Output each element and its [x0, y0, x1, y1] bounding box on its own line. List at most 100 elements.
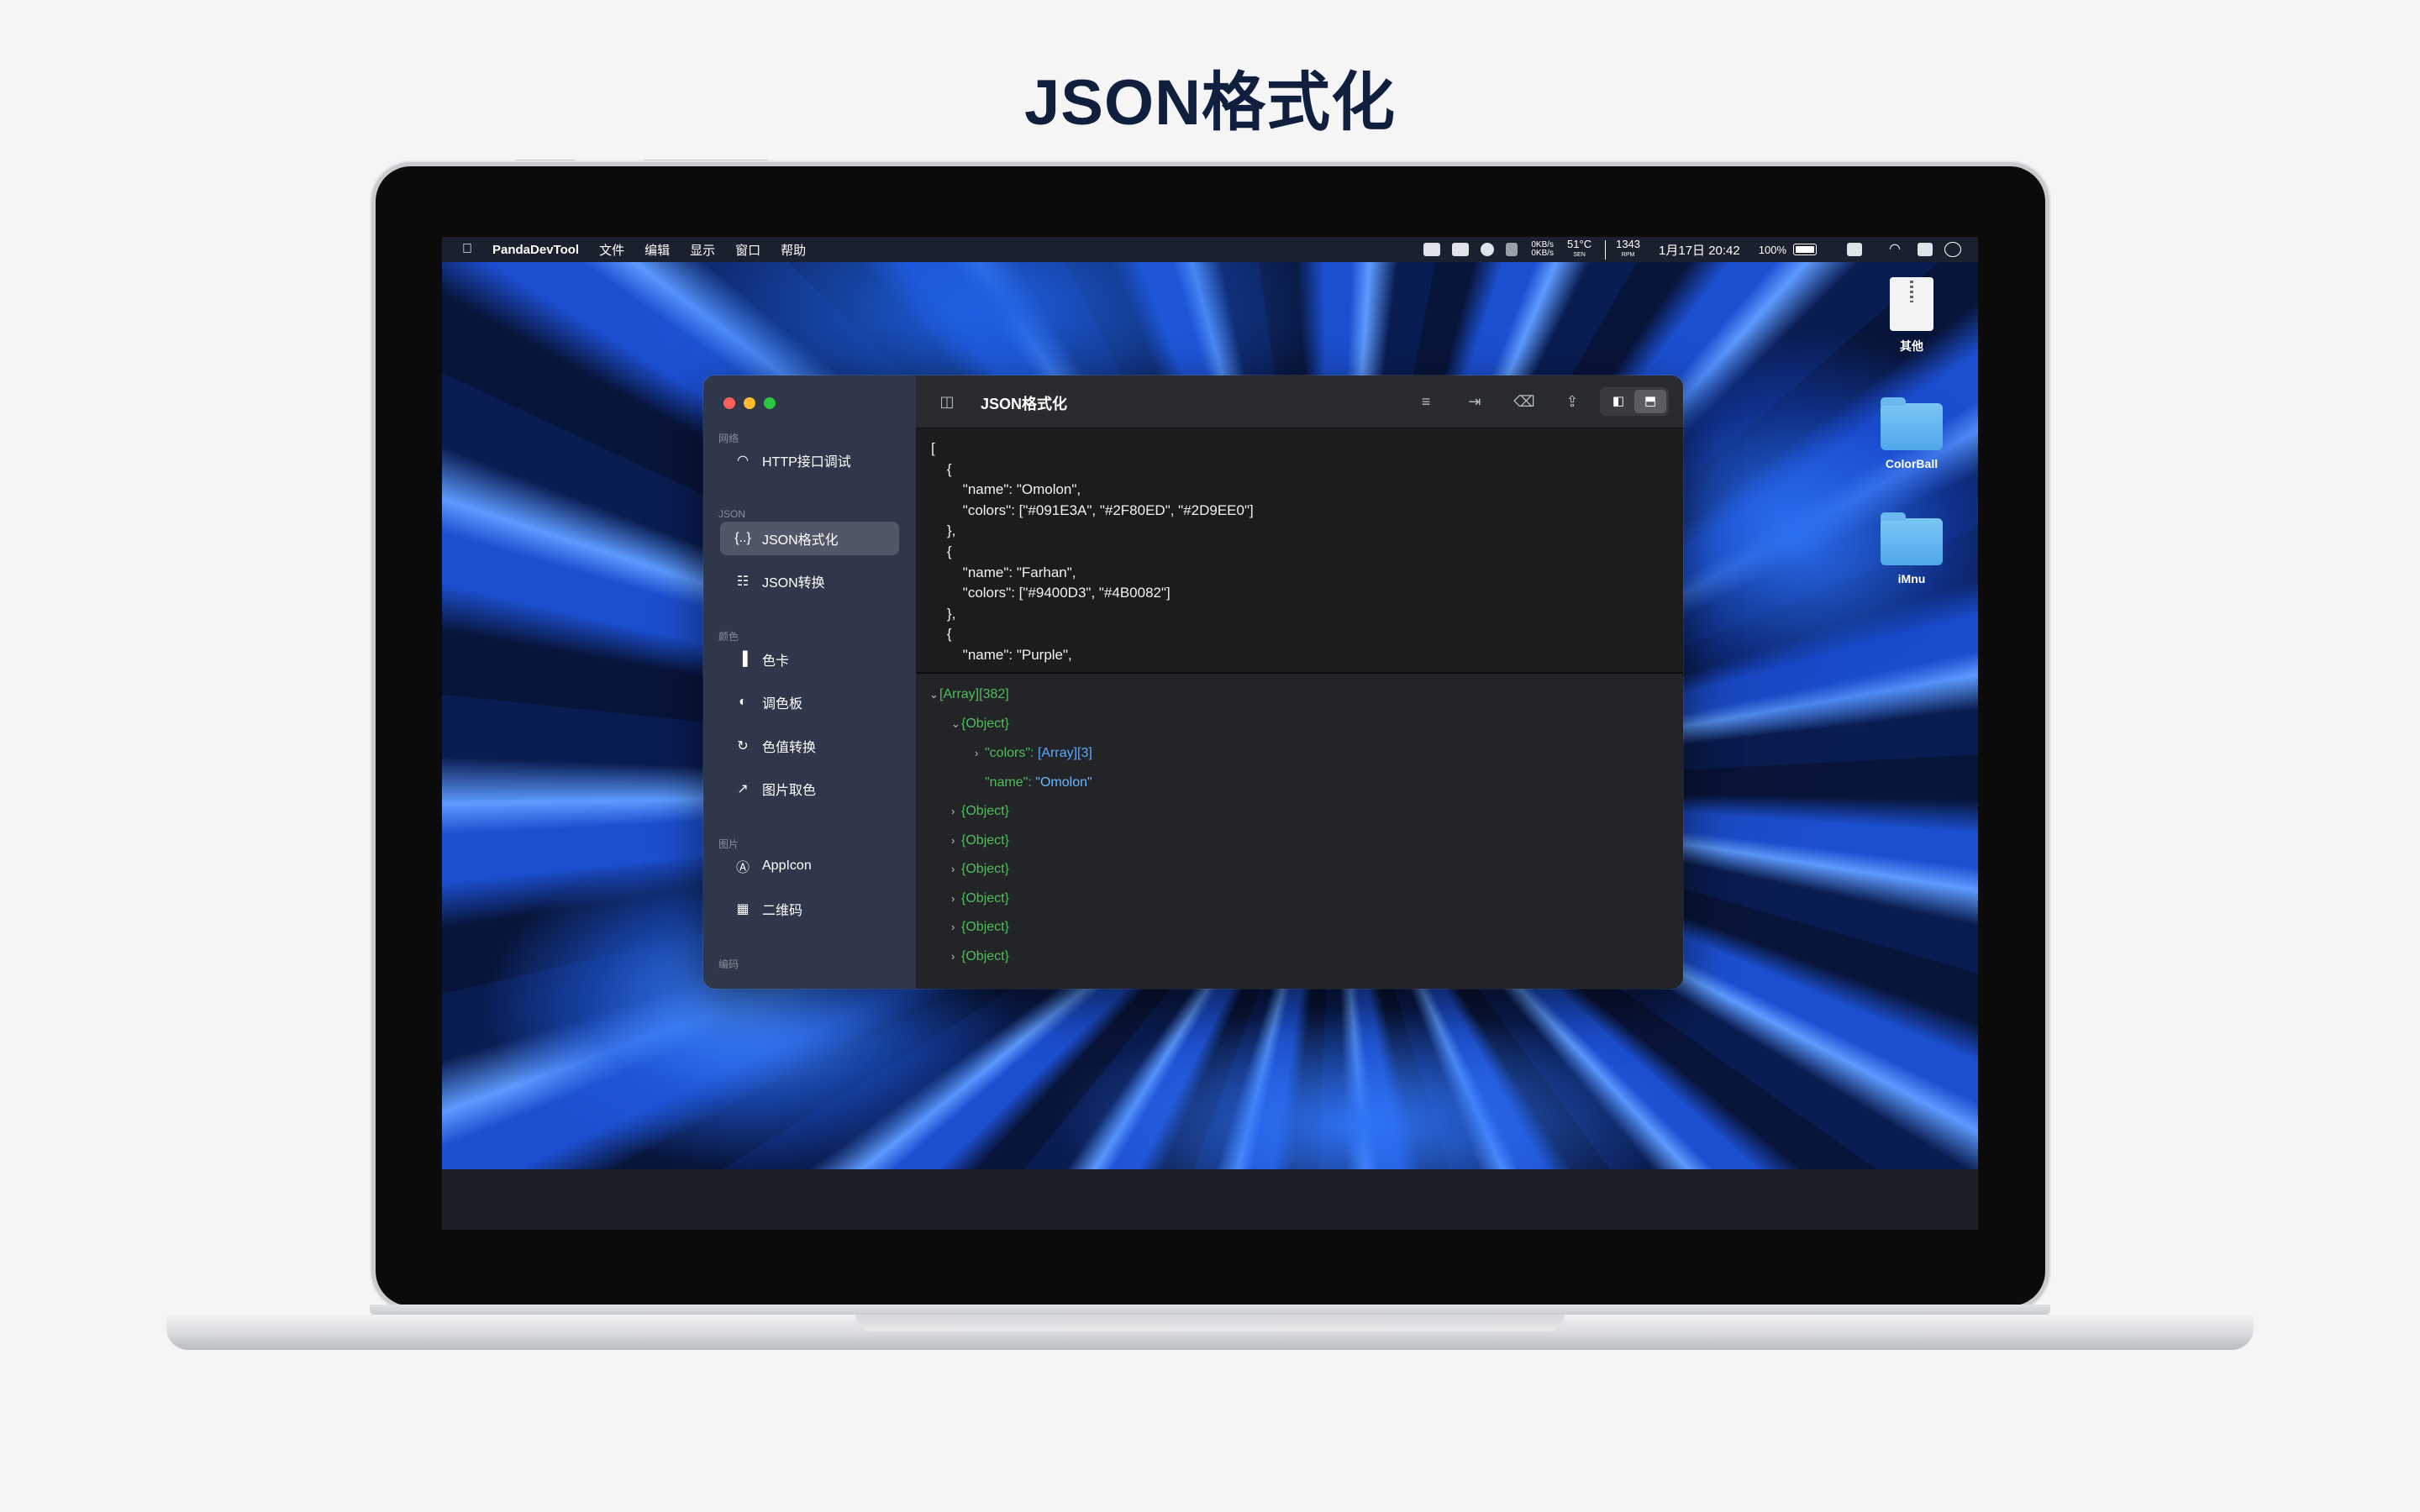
code-line: { — [931, 460, 952, 477]
sidebar-item-palette[interactable]: ◐ 调色板 — [720, 685, 899, 719]
app-window: 网络 ◠ HTTP接口调试 JSON {..} JSON格式化 ☷ JSON转换… — [703, 375, 1683, 989]
tree-node-object[interactable]: › {Object} — [951, 949, 1009, 964]
format-icon[interactable]: ≡ — [1415, 391, 1437, 412]
sidebar-item-label: 调色板 — [762, 697, 803, 711]
tree-node-object[interactable]: › {Object} — [951, 862, 1009, 877]
node-label: {Object} — [961, 920, 1009, 934]
tree-node-name[interactable]: "name": "Omolon" — [985, 775, 1092, 790]
menu-file[interactable]: 文件 — [599, 241, 624, 259]
indent-icon[interactable]: ⇥ — [1464, 391, 1486, 412]
sidebar-item-label: 色卡 — [762, 654, 790, 669]
sidebar-item-http[interactable]: ◠ HTTP接口调试 — [720, 444, 899, 477]
zip-file-icon — [1890, 277, 1933, 331]
tree-node-object[interactable]: › {Object} — [951, 804, 1009, 819]
lid-tab-left — [514, 160, 576, 165]
desktop-item-imnu[interactable]: iMnu — [1865, 512, 1958, 585]
desktop-item-colorball[interactable]: ColorBall — [1865, 397, 1958, 470]
tree-node-root[interactable]: ⌄[Array][382] — [929, 687, 1009, 702]
section-color: 颜色 — [718, 631, 739, 643]
code-line: "name": "Farhan", — [931, 564, 1076, 580]
network-speed[interactable]: 0KB/s 0KB/s — [1531, 241, 1554, 258]
sidebar-toggle-icon[interactable]: ◫ — [936, 391, 958, 412]
json-tree-view: ⌄[Array][382] ⌄{Object} › "colors": [Arra… — [916, 674, 1683, 989]
wifi-icon[interactable]: ◠ — [1889, 243, 1906, 256]
fan-speed-value: 1343 — [1616, 237, 1641, 250]
chevron-right-icon: › — [951, 921, 955, 933]
qrcode-icon: ▦ — [736, 902, 750, 916]
code-line: }, — [931, 605, 956, 622]
dictionary-icon[interactable] — [1847, 243, 1862, 256]
zoom-button[interactable] — [764, 397, 776, 409]
sidebar-item-label: JSON格式化 — [762, 533, 839, 548]
sidebar-item-appicon[interactable]: Ⓐ AppIcon — [720, 849, 899, 883]
layout-toggle: ◧ ⬒ — [1600, 387, 1669, 416]
node-key: "name": — [985, 775, 1032, 790]
sidebar-item-eyedropper[interactable]: ↗ 图片取色 — [720, 772, 899, 806]
tree-node-object[interactable]: › {Object} — [951, 891, 1009, 906]
node-label: {Object} — [961, 891, 1009, 906]
desktop-item-label: iMnu — [1897, 572, 1926, 585]
tree-node-object[interactable]: › {Object} — [951, 920, 1009, 935]
chevron-right-icon: › — [951, 892, 955, 905]
sidebar-item-qrcode[interactable]: ▦ 二维码 — [720, 892, 899, 926]
toolbar: ◫ JSON格式化 ≡ ⇥ ⌫ ⇪ ◧ ⬒ — [916, 375, 1683, 428]
sidebar-item-swatch[interactable]: ▐ 色卡 — [720, 643, 899, 676]
code-line: { — [931, 543, 952, 559]
sidebar-item-label: AppIcon — [762, 858, 812, 873]
sidebar-item-label: 色值转换 — [762, 741, 817, 755]
net-down: 0KB/s — [1531, 249, 1555, 258]
fan-speed[interactable]: 1343 RPM — [1605, 237, 1641, 260]
node-label: {Object} — [961, 862, 1009, 876]
clear-icon[interactable]: ⌫ — [1513, 391, 1535, 412]
code-line: [ — [931, 440, 935, 456]
laptop-screen:  PandaDevTool 文件 编辑 显示 窗口 帮助 0KB/s0KB/s… — [442, 237, 1978, 1230]
convert-icon: ☷ — [736, 575, 750, 589]
menu-window[interactable]: 窗口 — [735, 241, 760, 259]
code-line: { — [931, 626, 952, 643]
share-icon[interactable]: ⇪ — [1561, 391, 1583, 412]
sidebar-item-json-format[interactable]: {..} JSON格式化 — [720, 522, 899, 555]
chevron-right-icon: › — [951, 863, 955, 875]
code-line: }, — [931, 522, 956, 539]
menu-edit[interactable]: 编辑 — [644, 241, 670, 259]
sidebar-item-json-convert[interactable]: ☷ JSON转换 — [720, 564, 899, 598]
laptop-notch — [855, 1315, 1565, 1331]
tree-node-object[interactable]: › {Object} — [951, 833, 1009, 848]
desktop-item-other[interactable]: 其他 — [1865, 277, 1958, 354]
node-label: {Object} — [961, 949, 1009, 963]
menu-help[interactable]: 帮助 — [781, 241, 806, 259]
eyedropper-icon: ↗ — [737, 782, 749, 796]
trash-icon[interactable] — [1506, 243, 1518, 256]
code-line: "colors": ["#9400D3", "#4B0082"] — [931, 585, 1171, 601]
color-convert-icon: ↻ — [737, 739, 749, 753]
json-input-editor[interactable]: [ { "name": "Omolon", "colors": ["#091E3… — [916, 428, 1683, 672]
sidebar-item-color-convert[interactable]: ↻ 色值转换 — [720, 729, 899, 763]
tree-node-colors[interactable]: › "colors": [Array][3] — [975, 746, 1092, 761]
sidebar-item-label: 二维码 — [762, 904, 803, 918]
close-button[interactable] — [723, 397, 735, 409]
section-encoding: 编码 — [718, 958, 739, 970]
minimize-button[interactable] — [744, 397, 755, 409]
chevron-down-icon: ⌄ — [951, 717, 960, 730]
node-label: [Array][382] — [939, 687, 1009, 701]
apple-icon[interactable]:  — [462, 243, 474, 256]
node-label: {Object} — [961, 717, 1009, 731]
code-line: "name": "Omolon", — [931, 481, 1081, 498]
split-horizontal-icon[interactable]: ◧ — [1602, 390, 1634, 413]
split-vertical-icon[interactable]: ⬒ — [1634, 390, 1666, 413]
tree-node-object[interactable]: ⌄{Object} — [951, 717, 1009, 732]
battery-icon[interactable] — [1793, 244, 1817, 255]
siri-icon[interactable] — [1944, 242, 1961, 257]
control-center-icon[interactable] — [1918, 243, 1933, 256]
fan-speed-label: RPM — [1621, 251, 1635, 258]
menu-view[interactable]: 显示 — [690, 241, 715, 259]
battery-percent[interactable]: 100% — [1759, 244, 1786, 256]
node-label: {Object} — [961, 804, 1009, 818]
menu-app-name[interactable]: PandaDevTool — [492, 243, 579, 257]
cpu-temp[interactable]: 51°C SEN — [1567, 239, 1591, 260]
menu-clock[interactable]: 1月17日 20:42 — [1659, 241, 1740, 259]
screen-record-icon[interactable] — [1423, 243, 1441, 256]
photo-icon[interactable] — [1452, 243, 1470, 256]
curly-braces-icon: {..} — [734, 531, 751, 545]
panda-icon[interactable] — [1481, 243, 1495, 256]
